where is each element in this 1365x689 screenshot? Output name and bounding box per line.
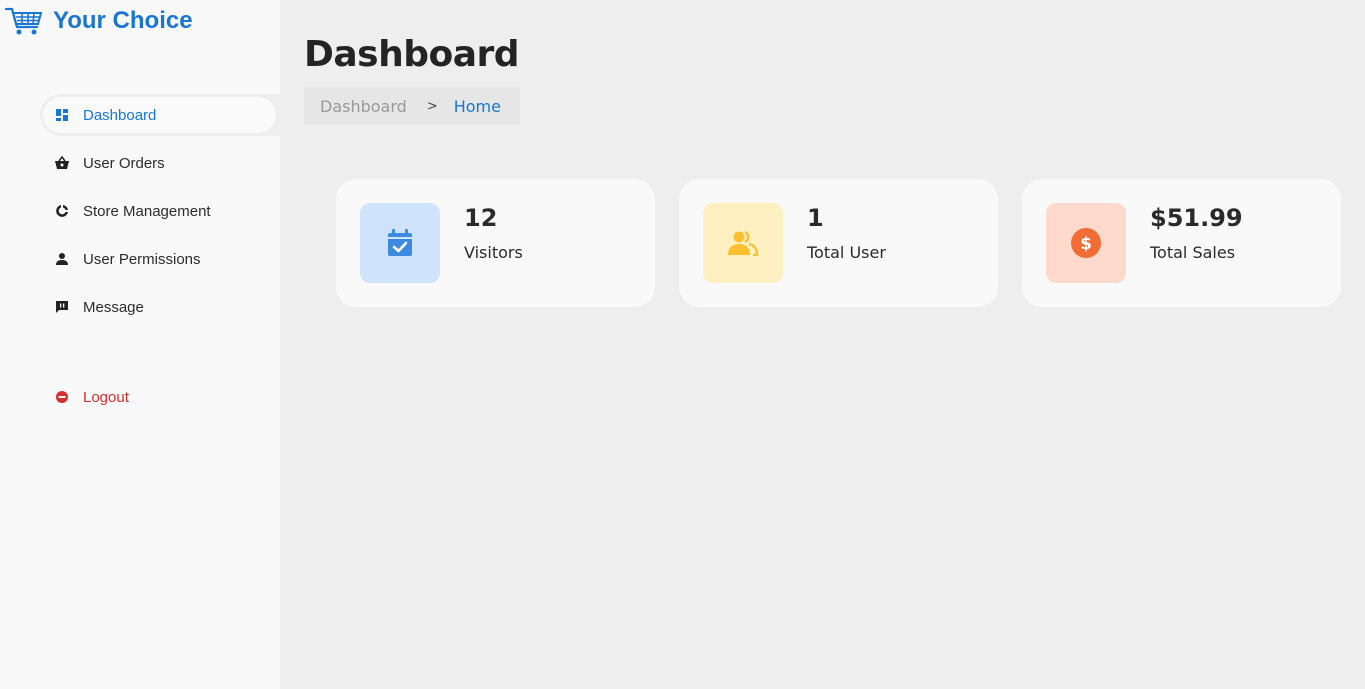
- sidebar-header: Your Choice: [0, 0, 280, 92]
- brand-title: Your Choice: [53, 7, 193, 34]
- breadcrumb-parent[interactable]: Dashboard: [320, 97, 407, 116]
- svg-text:$: $: [1080, 234, 1092, 254]
- pie-chart-icon: [54, 203, 70, 219]
- sidebar-item-user-orders[interactable]: User Orders: [40, 142, 280, 184]
- brand[interactable]: Your Choice: [4, 5, 193, 37]
- dollar-circle-icon: $: [1046, 203, 1126, 283]
- stat-card-total-sales: $ $51.99 Total Sales: [1022, 179, 1341, 307]
- sidebar-item-user-permissions[interactable]: User Permissions: [40, 238, 280, 280]
- message-icon: [54, 299, 70, 315]
- stat-label: Total User: [807, 243, 886, 262]
- sidebar-item-label: Store Management: [83, 202, 211, 220]
- sidebar-item-label: Message: [83, 298, 144, 316]
- stat-cards: 12 Visitors 1 Total User $ $51.99 Total …: [336, 179, 1365, 307]
- sidebar-item-label: User Permissions: [83, 250, 201, 268]
- stat-card-visitors: 12 Visitors: [336, 179, 655, 307]
- sidebar-item-store-management[interactable]: Store Management: [40, 190, 280, 232]
- grid-icon: [54, 107, 70, 123]
- stat-value: $51.99: [1150, 204, 1243, 232]
- logout-button[interactable]: Logout: [40, 376, 280, 418]
- main-content: Dashboard Dashboard > Home 12 Visitors 1…: [280, 0, 1365, 689]
- breadcrumb-current[interactable]: Home: [454, 97, 501, 116]
- sidebar-item-dashboard[interactable]: Dashboard: [40, 94, 280, 136]
- stat-card-total-user: 1 Total User: [679, 179, 998, 307]
- sidebar-menu: Dashboard User Orders Store Management U…: [40, 94, 280, 424]
- shopping-cart-icon: [4, 5, 44, 37]
- stat-label: Total Sales: [1150, 243, 1236, 262]
- logout-label: Logout: [83, 388, 129, 406]
- breadcrumb-separator: >: [426, 98, 438, 114]
- person-icon: [54, 251, 70, 267]
- sidebar-item-label: User Orders: [83, 154, 165, 172]
- page-title: Dashboard: [304, 34, 520, 75]
- sidebar-item-label: Dashboard: [83, 106, 157, 124]
- basket-icon: [54, 155, 70, 171]
- stat-value: 12: [464, 204, 498, 232]
- stat-label: Visitors: [464, 243, 523, 262]
- no-entry-icon: [54, 389, 70, 405]
- sidebar: Your Choice Dashboard User Orders Store …: [0, 0, 280, 689]
- breadcrumb: Dashboard > Home: [304, 87, 520, 125]
- users-icon: [703, 203, 783, 283]
- calendar-check-icon: [360, 203, 440, 283]
- sidebar-item-message[interactable]: Message: [40, 286, 280, 328]
- stat-value: 1: [807, 204, 824, 232]
